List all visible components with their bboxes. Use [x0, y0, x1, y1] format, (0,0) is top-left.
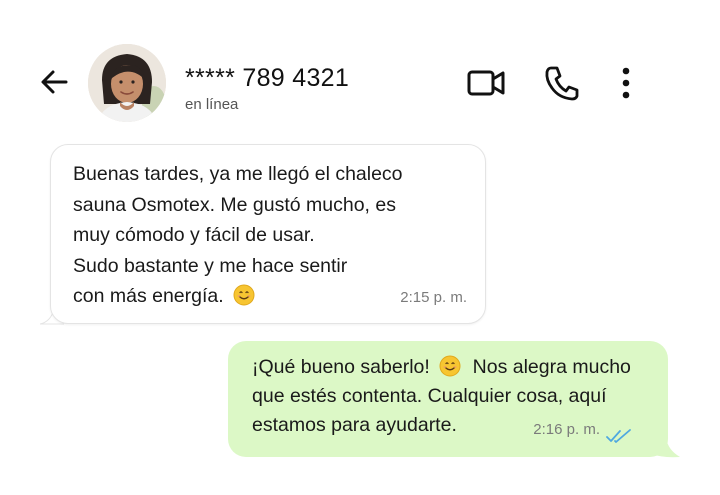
smiling-face-emoji — [233, 284, 255, 306]
outgoing-message-bubble[interactable]: ¡Qué bueno saberlo! Nos alegra mucho que… — [228, 341, 668, 457]
contact-status: en línea — [185, 96, 239, 113]
message-line: Nos alegra mucho — [472, 356, 631, 378]
chat-header: ***** 789 4321 en línea — [0, 0, 720, 130]
back-arrow-icon[interactable] — [36, 64, 72, 100]
double-check-read-icon — [606, 429, 631, 443]
video-camera-icon[interactable] — [466, 66, 506, 100]
message-line: Sudo bastante y me hace sentir — [73, 254, 348, 277]
message-timestamp: 2:15 p. m. — [400, 288, 467, 306]
message-timestamp: 2:16 p. m. — [533, 420, 600, 438]
message-line: Buenas tardes, ya me llegó el chaleco — [73, 163, 403, 185]
message-line: muy cómodo y fácil de usar. — [73, 224, 315, 246]
message-line: que estés contenta. Cualquier cosa, aquí — [252, 385, 607, 407]
contact-name[interactable]: ***** 789 4321 — [185, 64, 349, 93]
incoming-message-bubble[interactable]: Buenas tardes, ya me llegó el chaleco sa… — [50, 144, 486, 324]
message-line: con más energía. — [73, 285, 224, 307]
contact-avatar[interactable] — [88, 44, 166, 122]
more-vertical-icon[interactable] — [614, 64, 638, 102]
message-line: sauna Osmotex. Me gustó mucho, es — [73, 193, 396, 216]
smiling-face-emoji — [439, 355, 461, 377]
message-line: ¡Qué bueno saberlo! — [252, 356, 430, 378]
phone-icon[interactable] — [543, 64, 579, 102]
